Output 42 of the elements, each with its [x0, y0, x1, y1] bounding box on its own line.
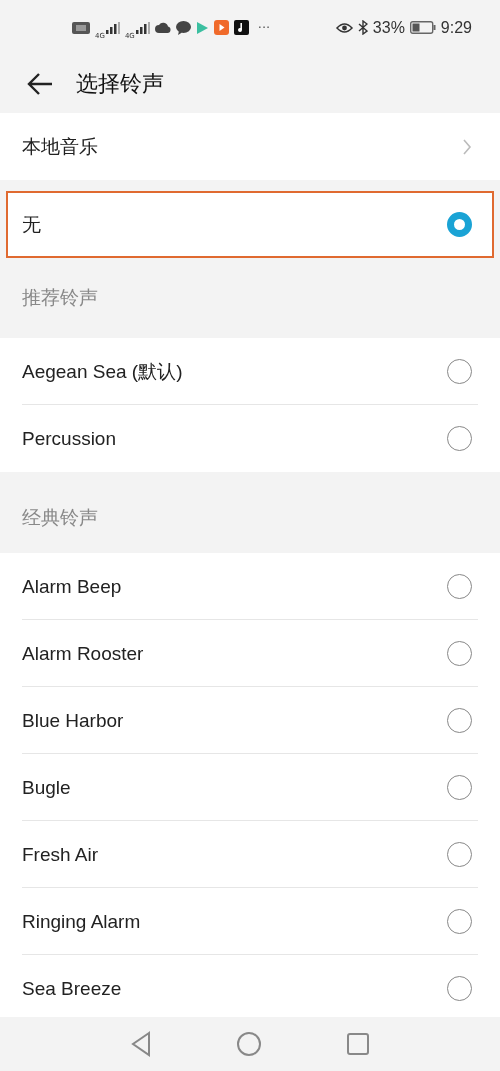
radio-button[interactable]: [447, 426, 472, 451]
ringtone-name[interactable]: Aegean Sea (默认): [22, 358, 183, 385]
ringtone-name[interactable]: Alarm Beep: [22, 575, 122, 598]
signal-icon: [135, 21, 150, 34]
play-icon: [195, 20, 209, 35]
bluetooth-icon: [357, 20, 368, 35]
radio-button[interactable]: [447, 212, 472, 237]
radio-button[interactable]: [447, 708, 472, 733]
chat-icon: [175, 20, 191, 35]
section-title: 经典铃声: [22, 505, 98, 530]
ringtone-name[interactable]: Blue Harbor: [22, 709, 124, 732]
recents-nav-icon[interactable]: [346, 1032, 370, 1056]
radio-button[interactable]: [447, 842, 472, 867]
back-nav-icon[interactable]: [130, 1031, 152, 1057]
chevron-right-icon: [462, 137, 472, 156]
clock-time: 9:29: [440, 18, 472, 37]
radio-button[interactable]: [447, 976, 472, 1001]
ringtone-name[interactable]: Bugle: [22, 776, 71, 799]
ringtone-name[interactable]: Ringing Alarm: [22, 910, 141, 933]
ringtone-name[interactable]: Percussion: [22, 427, 116, 450]
eye-icon: [335, 21, 353, 34]
option-label: 无: [22, 212, 41, 237]
home-nav-icon[interactable]: [236, 1031, 262, 1057]
battery-percent: 33%: [372, 18, 405, 37]
radio-button[interactable]: [447, 574, 472, 599]
local-music-item[interactable]: 本地音乐: [0, 113, 500, 180]
page-title: 选择铃声: [76, 70, 164, 98]
section-title: 推荐铃声: [22, 285, 98, 310]
signal-icon: [105, 21, 120, 34]
video-app-icon: [213, 20, 229, 35]
cloud-icon: [154, 22, 171, 33]
ringtone-name[interactable]: Fresh Air: [22, 843, 99, 866]
radio-button[interactable]: [447, 359, 472, 384]
radio-button[interactable]: [447, 641, 472, 666]
hd-icon: [72, 21, 90, 34]
music-note-icon: [233, 20, 249, 35]
ringtone-name[interactable]: Sea Breeze: [22, 977, 122, 1000]
battery-icon: [409, 21, 436, 34]
radio-button[interactable]: [447, 775, 472, 800]
ringtone-name[interactable]: Alarm Rooster: [22, 642, 144, 665]
more-notifications: ···: [257, 20, 271, 35]
radio-button[interactable]: [447, 909, 472, 934]
